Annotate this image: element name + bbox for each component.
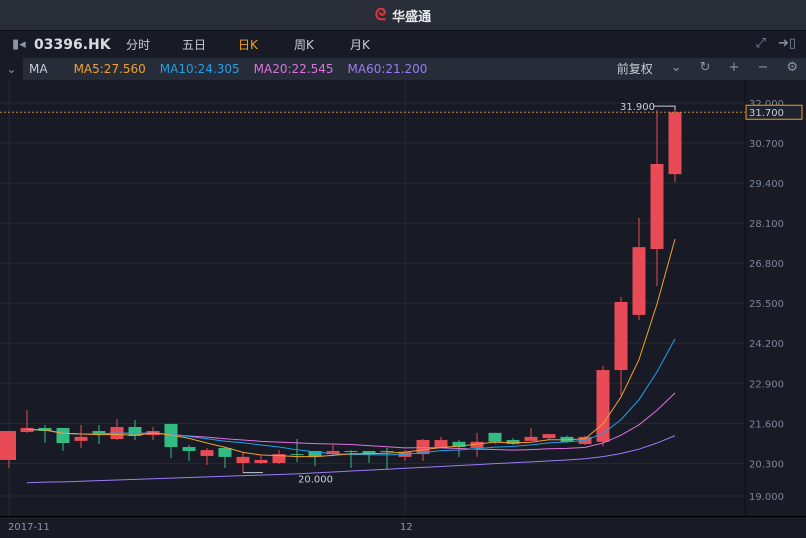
ma10-line xyxy=(26,338,676,456)
date-tick-label: 2017-11 xyxy=(8,522,50,533)
candle-down xyxy=(488,432,502,442)
ma60-value: MA60:21.200 xyxy=(347,62,428,76)
candle-up xyxy=(614,301,628,371)
candle-down xyxy=(218,447,232,457)
indicator-name[interactable]: MA xyxy=(29,62,48,76)
price-tick-label: 21.600 xyxy=(749,419,784,430)
price-tick-label: 19.000 xyxy=(749,492,784,503)
fullscreen-icon[interactable]: ⤢ xyxy=(756,36,766,51)
price-tick-label: 28.100 xyxy=(749,219,784,230)
candlestick-chart[interactable]: 32.00030.70029.40028.10026.80025.50024.2… xyxy=(0,80,806,516)
stock-code: 03396.HK xyxy=(34,36,111,53)
tab-intraday[interactable]: 分时 xyxy=(126,36,182,53)
date-axis: 2017-11 12 xyxy=(0,516,806,538)
gear-icon[interactable]: ⚙ xyxy=(786,60,798,77)
price-tick-label: 30.700 xyxy=(749,139,784,150)
tab-monthly-k[interactable]: 月K xyxy=(350,36,406,53)
tab-daily-k[interactable]: 日K xyxy=(238,36,294,53)
high-marker-label: 31.900 xyxy=(620,102,655,113)
title-bar: ᘓ 华盛通 xyxy=(0,0,806,30)
candle-up xyxy=(254,459,268,464)
candle-down xyxy=(290,454,304,456)
app-title: 华盛通 xyxy=(392,9,432,25)
chevron-down-icon[interactable]: ⌄ xyxy=(0,58,23,80)
adjust-select[interactable]: 前复权 xyxy=(617,60,653,77)
price-tick-label: 22.900 xyxy=(749,379,784,390)
price-tick-label: 26.800 xyxy=(749,259,784,270)
low-marker-label: 20.000 xyxy=(298,475,333,486)
price-tick-label: 29.400 xyxy=(749,179,784,190)
candle-up xyxy=(0,431,16,460)
ma20-value: MA20:22.545 xyxy=(253,62,334,76)
candle-up xyxy=(632,247,646,315)
candle-down xyxy=(182,447,196,452)
tab-weekly-k[interactable]: 周K xyxy=(294,36,350,53)
candle-up xyxy=(650,163,664,249)
candle-down xyxy=(344,451,358,453)
candle-up xyxy=(236,456,250,464)
candle-up xyxy=(596,370,610,442)
candle-down xyxy=(380,451,394,453)
minus-icon[interactable]: − xyxy=(757,60,768,77)
refresh-icon[interactable]: ↻ xyxy=(700,60,711,77)
ma20-line xyxy=(26,392,676,451)
candle-up xyxy=(524,436,538,441)
indicator-bar: ⌄ MA MA5:27.560 MA10:24.305 MA20:22.545 … xyxy=(0,58,806,80)
candle-up xyxy=(200,450,214,456)
huashengtong-logo-icon: ᘓ xyxy=(374,5,387,24)
tab-five-day[interactable]: 五日 xyxy=(182,36,238,53)
current-price-label: 31.700 xyxy=(749,108,784,119)
candle-up xyxy=(668,112,682,175)
date-tick-label: 12 xyxy=(400,522,413,533)
candle-up xyxy=(542,434,556,439)
exit-icon[interactable]: ➜▯ xyxy=(778,36,796,51)
ma5-line xyxy=(26,238,676,458)
chevron-down-icon[interactable]: ⌄ xyxy=(671,60,682,77)
price-tick-label: 20.300 xyxy=(749,459,784,470)
candle-up xyxy=(74,436,88,441)
plus-icon[interactable]: + xyxy=(729,60,740,77)
candle-down xyxy=(56,427,70,444)
collapse-panel-icon[interactable]: ▮◂ xyxy=(12,37,28,52)
ma5-value: MA5:27.560 xyxy=(73,62,146,76)
high-marker-line xyxy=(653,105,676,111)
ma10-value: MA10:24.305 xyxy=(159,62,240,76)
price-tick-label: 25.500 xyxy=(749,299,784,310)
toolbar: ▮◂ 03396.HK 分时 五日 日K 周K 月K ⤢ ➜▯ xyxy=(0,30,806,58)
price-tick-label: 24.200 xyxy=(749,339,784,350)
